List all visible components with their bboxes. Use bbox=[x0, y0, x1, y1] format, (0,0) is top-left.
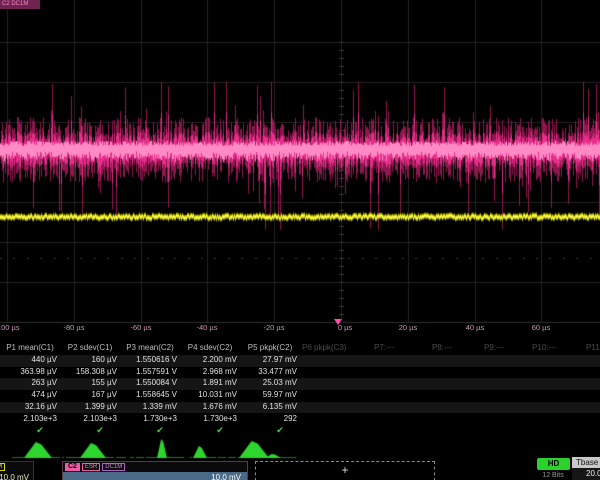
time-axis-label: 20 µs bbox=[386, 323, 430, 332]
c2-vdiv-value: 10.0 mV bbox=[63, 472, 247, 480]
measurement-column-header[interactable]: P5 pkpk(C2) bbox=[240, 343, 300, 352]
trace-annotation-badge: C2 DC1M bbox=[0, 0, 40, 9]
tbase-label: Tbase bbox=[572, 457, 600, 468]
measurement-column-header[interactable]: P2 sdev(C1) bbox=[60, 343, 120, 352]
measurement-status-check: ✔ bbox=[210, 425, 230, 436]
descriptor-bar: C1 DC1M 10.0 mV C2 ESR DC1M 10.0 mV + HD… bbox=[0, 455, 600, 480]
measurement-cell-value: 1.550616 V bbox=[122, 355, 177, 364]
c1-tag-row: C1 DC1M bbox=[0, 462, 33, 472]
measurement-status-check: ✔ bbox=[30, 425, 50, 436]
measurement-cell-min: 1.891 mV bbox=[182, 378, 237, 387]
measurement-status-check: ✔ bbox=[150, 425, 170, 436]
channel-descriptor-c1[interactable]: C1 DC1M 10.0 mV bbox=[0, 461, 34, 480]
trigger-position-marker[interactable] bbox=[334, 319, 342, 325]
measurement-cell-max: 10.031 mV bbox=[182, 390, 237, 399]
measurement-cell-num: 1.730e+3 bbox=[182, 414, 237, 423]
timebase-descriptor[interactable]: Tbase 20.0 µs bbox=[572, 457, 600, 480]
c1-coupling-tag: DC1M bbox=[0, 463, 5, 471]
plus-icon: + bbox=[341, 463, 348, 477]
measurement-cell-max: 167 µV bbox=[62, 390, 117, 399]
time-axis-label: 40 µs bbox=[453, 323, 497, 332]
measurement-cell-mean: 158.308 µV bbox=[62, 367, 117, 376]
measurement-cell-sdev: 6.135 mV bbox=[242, 402, 297, 411]
measurement-cell-num: 2.103e+3 bbox=[62, 414, 117, 423]
measurement-column-header-empty[interactable]: P7:--- bbox=[374, 343, 394, 352]
c2-tag-row: C2 ESR DC1M bbox=[63, 462, 247, 472]
hd-bits-label: 12 Bits bbox=[533, 472, 573, 479]
measurement-cell-min: 155 µV bbox=[62, 378, 117, 387]
measurement-column-header-empty[interactable]: P9:--- bbox=[484, 343, 504, 352]
time-axis-label: -60 µs bbox=[119, 323, 163, 332]
measurement-cell-value: 2.200 mV bbox=[182, 355, 237, 364]
measurement-cell-sdev: 1.676 mV bbox=[182, 402, 237, 411]
measurement-cell-num: 1.730e+3 bbox=[122, 414, 177, 423]
time-axis-label: -20 µs bbox=[252, 323, 296, 332]
measurement-cell-mean: 1.557591 V bbox=[122, 367, 177, 376]
measurement-column-header[interactable]: P4 sdev(C2) bbox=[180, 343, 240, 352]
measurement-cell-sdev: 1.399 µV bbox=[62, 402, 117, 411]
measurement-column-header[interactable]: P3 mean(C2) bbox=[120, 343, 180, 352]
measurement-column-header[interactable]: P1 mean(C1) bbox=[0, 343, 60, 352]
hd-mode-badge[interactable]: HD bbox=[537, 458, 570, 470]
measurement-column-header-empty[interactable]: P6 pkpk(C3) bbox=[302, 343, 346, 352]
c2-badge: C2 bbox=[65, 463, 80, 471]
time-axis-label: 0 µs bbox=[323, 323, 367, 332]
time-axis-label: 60 µs bbox=[519, 323, 563, 332]
measurement-cell-value: 160 µV bbox=[62, 355, 117, 364]
tbase-value: 20.0 µs bbox=[572, 468, 600, 480]
measurement-status-check: ✔ bbox=[90, 425, 110, 436]
add-trace-button[interactable]: + bbox=[255, 461, 435, 480]
c2-esr-tag: ESR bbox=[82, 463, 100, 471]
time-axis-label: -40 µs bbox=[185, 323, 229, 332]
measurement-cell-mean: 363.98 µV bbox=[2, 367, 57, 376]
time-axis-label: -100 µs bbox=[0, 323, 29, 332]
measurement-cell-sdev: 32.16 µV bbox=[2, 402, 57, 411]
measurement-status-check: ✔ bbox=[270, 425, 290, 436]
measurement-cell-value: 440 µV bbox=[2, 355, 57, 364]
c1-vdiv-value: 10.0 mV bbox=[0, 472, 33, 480]
measurement-cell-max: 59.97 mV bbox=[242, 390, 297, 399]
measurement-cell-num: 292 bbox=[242, 414, 297, 423]
measurement-column-header-empty[interactable]: P11:--- bbox=[586, 343, 600, 352]
measurement-column-header-empty[interactable]: P10:--- bbox=[532, 343, 556, 352]
measurement-cell-min: 25.03 mV bbox=[242, 378, 297, 387]
measurement-column-header-empty[interactable]: P8:--- bbox=[432, 343, 452, 352]
measurement-cell-value: 27.97 mV bbox=[242, 355, 297, 364]
oscilloscope-screen: C2 DC1M -100 µs -80 µs -60 µs -40 µs -20 µs 0… bbox=[0, 0, 600, 480]
measurement-cell-min: 263 µV bbox=[2, 378, 57, 387]
measurement-cell-mean: 33.477 mV bbox=[242, 367, 297, 376]
measurement-cell-sdev: 1.339 mV bbox=[122, 402, 177, 411]
channel-descriptor-c2[interactable]: C2 ESR DC1M 10.0 mV bbox=[62, 461, 248, 480]
measurement-cell-mean: 2.968 mV bbox=[182, 367, 237, 376]
measurement-cell-num: 2.103e+3 bbox=[2, 414, 57, 423]
measurement-cell-min: 1.550084 V bbox=[122, 378, 177, 387]
time-axis-label: -80 µs bbox=[52, 323, 96, 332]
measurement-cell-max: 1.558645 V bbox=[122, 390, 177, 399]
c2-coupling-tag: DC1M bbox=[102, 463, 125, 471]
measurement-cell-max: 474 µV bbox=[2, 390, 57, 399]
